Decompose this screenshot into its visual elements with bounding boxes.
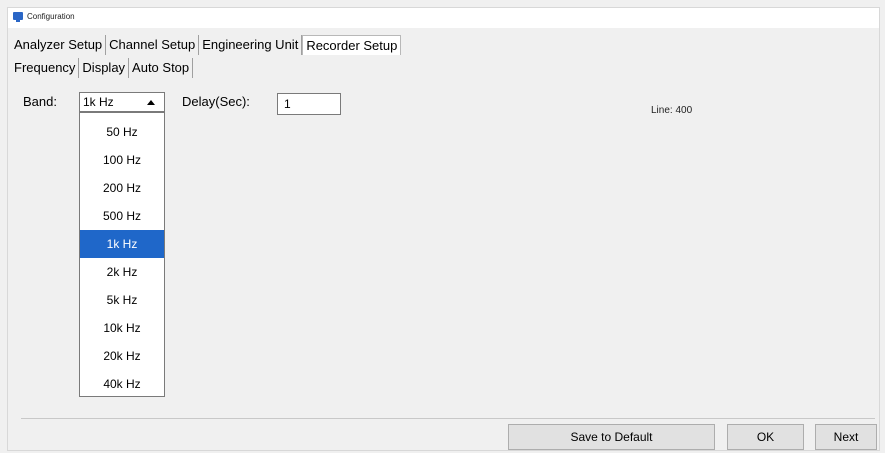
delay-label: Delay(Sec): xyxy=(182,94,250,109)
band-selected-value: 1k Hz xyxy=(83,95,114,109)
tab-frequency[interactable]: Frequency xyxy=(12,58,80,78)
band-label: Band: xyxy=(23,94,57,109)
footer-divider xyxy=(21,418,875,419)
line-count-info: Line: 400 xyxy=(651,105,693,116)
band-option-50hz[interactable]: 50 Hz xyxy=(80,118,164,146)
band-option-100hz[interactable]: 100 Hz xyxy=(80,146,164,174)
tab-display[interactable]: Display xyxy=(79,58,130,78)
monitor-icon xyxy=(13,12,23,22)
band-dropdown-list: 50 Hz 100 Hz 200 Hz 500 Hz 1k Hz 2k Hz 5… xyxy=(79,112,165,397)
next-button[interactable]: Next xyxy=(815,424,877,450)
chevron-up-icon[interactable] xyxy=(147,100,155,105)
save-to-default-button[interactable]: Save to Default xyxy=(508,424,715,450)
configuration-window: Configuration Analyzer Setup Channel Set… xyxy=(7,7,880,451)
band-option-200hz[interactable]: 200 Hz xyxy=(80,174,164,202)
delay-input[interactable]: 1 xyxy=(277,93,341,115)
window-title: Configuration xyxy=(27,12,75,21)
band-option-2khz[interactable]: 2k Hz xyxy=(80,258,164,286)
tab-auto-stop[interactable]: Auto Stop xyxy=(129,58,194,78)
tab-analyzer-setup[interactable]: Analyzer Setup xyxy=(12,35,107,55)
primary-tab-bar: Analyzer Setup Channel Setup Engineering… xyxy=(12,35,402,55)
band-select[interactable]: 1k Hz xyxy=(79,92,165,112)
tab-recorder-setup[interactable]: Recorder Setup xyxy=(302,35,402,55)
band-option-5khz[interactable]: 5k Hz xyxy=(80,286,164,314)
ok-button[interactable]: OK xyxy=(727,424,804,450)
title-bar: Configuration xyxy=(8,8,879,28)
band-option-10khz[interactable]: 10k Hz xyxy=(80,314,164,342)
tab-engineering-unit[interactable]: Engineering Unit xyxy=(199,35,303,55)
band-option-1khz[interactable]: 1k Hz xyxy=(80,230,164,258)
band-option-40khz[interactable]: 40k Hz xyxy=(80,370,164,398)
band-option-20khz[interactable]: 20k Hz xyxy=(80,342,164,370)
secondary-tab-bar: Frequency Display Auto Stop xyxy=(12,58,194,78)
band-option-500hz[interactable]: 500 Hz xyxy=(80,202,164,230)
tab-channel-setup[interactable]: Channel Setup xyxy=(106,35,200,55)
